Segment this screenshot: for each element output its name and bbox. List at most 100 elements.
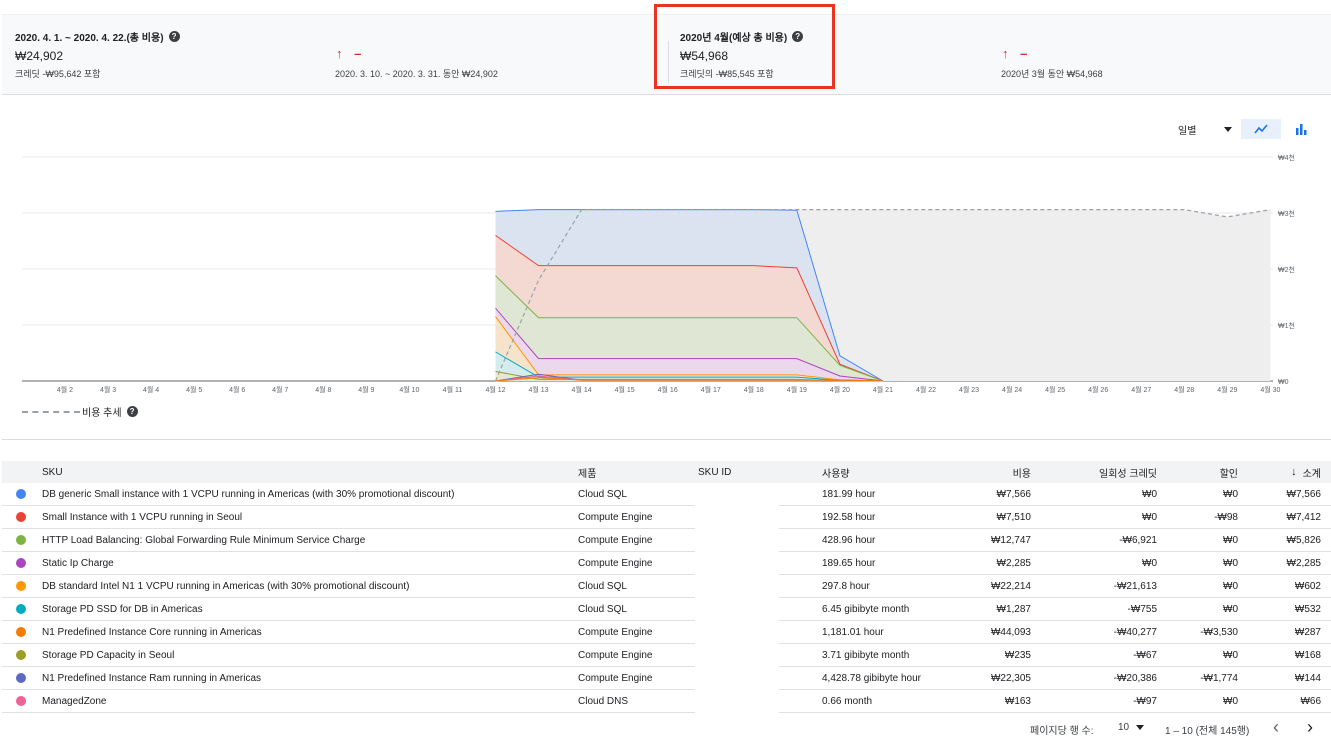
- usage-value: 0.66 month: [822, 696, 873, 707]
- product-name: Compute Engine: [578, 535, 653, 546]
- series-color-dot: [16, 627, 26, 637]
- subtotal-value: ₩602: [1294, 581, 1321, 592]
- rows-per-page-select[interactable]: 10: [1118, 722, 1144, 733]
- x-tick-label: 4월 9: [358, 385, 374, 394]
- header-cost[interactable]: 비용: [1013, 461, 1031, 483]
- header-discount[interactable]: 할인: [1220, 461, 1238, 483]
- credit-value: ₩0: [1142, 512, 1157, 523]
- table-row[interactable]: Storage PD SSD for DB in Americas Cloud S…: [2, 598, 1331, 621]
- x-tick-label: 4월 13: [529, 385, 549, 394]
- discount-value: ₩0: [1223, 696, 1238, 707]
- subtotal-value: ₩168: [1294, 650, 1321, 661]
- credit-value: -₩21,613: [1113, 581, 1157, 592]
- discount-value: ₩0: [1223, 650, 1238, 661]
- x-tick-label: 4월 21: [873, 385, 893, 394]
- header-subtotal-label: 소계: [1302, 468, 1321, 480]
- cost-value: ₩1,287: [996, 604, 1031, 615]
- table-row[interactable]: DB standard Intel N1 1 VCPU running in A…: [2, 575, 1331, 598]
- table-row[interactable]: N1 Predefined Instance Ram running in Am…: [2, 667, 1331, 690]
- subtotal-value: ₩66: [1300, 696, 1321, 707]
- header-sku[interactable]: SKU: [42, 461, 63, 483]
- sort-down-arrow-icon: ↓: [1291, 466, 1297, 478]
- x-tick-label: 4월 4: [143, 385, 159, 394]
- sku-name: ManagedZone: [42, 696, 107, 707]
- table-row[interactable]: Small Instance with 1 VCPU running in Se…: [2, 506, 1331, 529]
- table-row[interactable]: HTTP Load Balancing: Global Forwarding R…: [2, 529, 1331, 552]
- dashed-line-icon: [22, 410, 80, 413]
- credit-value: -₩40,277: [1113, 627, 1157, 638]
- pagination-range: 1 – 10 (전체 145행): [1165, 726, 1250, 737]
- sku-name: Storage PD Capacity in Seoul: [42, 650, 175, 661]
- table-body: DB generic Small instance with 1 VCPU ru…: [2, 483, 1331, 713]
- y-tick-label: ₩3천: [1278, 209, 1295, 218]
- x-tick-label: 4월 17: [701, 385, 721, 394]
- x-tick-label: 4월 26: [1088, 385, 1108, 394]
- table-row[interactable]: Static Ip Charge Compute Engine 189.65 hou…: [2, 552, 1331, 575]
- usage-value: 4,428.78 gibibyte hour: [822, 673, 921, 684]
- sku-name: Static Ip Charge: [42, 558, 114, 569]
- cost-value: ₩22,305: [990, 673, 1031, 684]
- x-tick-label: 4월 15: [615, 385, 635, 394]
- subtotal-value: ₩144: [1294, 673, 1321, 684]
- help-icon[interactable]: ?: [126, 406, 138, 417]
- x-tick-label: 4월 3: [100, 385, 116, 394]
- product-name: Compute Engine: [578, 558, 653, 569]
- x-tick-label: 4월 2: [57, 385, 73, 394]
- x-tick-label: 4월 18: [744, 385, 764, 394]
- usage-value: 192.58 hour: [822, 512, 876, 523]
- product-name: Compute Engine: [578, 673, 653, 684]
- discount-value: ₩0: [1223, 581, 1238, 592]
- header-sku-id[interactable]: SKU ID: [698, 461, 731, 483]
- header-subtotal[interactable]: ↓ 소계: [1291, 461, 1321, 483]
- table-row[interactable]: ManagedZone Cloud DNS 0.66 month ₩163 -₩97 ₩0…: [2, 690, 1331, 713]
- subtotal-value: ₩5,826: [1286, 535, 1321, 546]
- header-product[interactable]: 제품: [578, 461, 596, 483]
- sku-name: N1 Predefined Instance Ram running in Am…: [42, 673, 262, 684]
- subtotal-value: ₩2,285: [1286, 558, 1321, 569]
- discount-value: -₩1,774: [1200, 673, 1238, 684]
- credit-value: -₩97: [1133, 696, 1157, 707]
- pagination: 페이지당 행 수: 10 1 – 10 (전체 145행) ‹ ›: [1030, 717, 1330, 738]
- x-tick-label: 4월 22: [916, 385, 936, 394]
- credit-value: -₩67: [1133, 650, 1157, 661]
- series-color-dot: [16, 558, 26, 568]
- row-divider: [2, 712, 695, 713]
- sku-name: Storage PD SSD for DB in Americas: [42, 604, 203, 615]
- prev-page-icon[interactable]: ‹: [1273, 717, 1279, 738]
- cost-value: ₩7,566: [996, 489, 1031, 500]
- table-row[interactable]: N1 Predefined Instance Core running in A…: [2, 621, 1331, 644]
- x-tick-label: 4월 23: [959, 385, 979, 394]
- discount-value: -₩3,530: [1200, 627, 1238, 638]
- usage-value: 1,181.01 hour: [822, 627, 884, 638]
- subtotal-value: ₩287: [1294, 627, 1321, 638]
- series-color-dot: [16, 581, 26, 591]
- usage-value: 6.45 gibibyte month: [822, 604, 910, 615]
- y-tick-label: ₩2천: [1278, 265, 1295, 274]
- series-color-dot: [16, 604, 26, 614]
- x-tick-label: 4월 8: [315, 385, 331, 394]
- discount-value: ₩0: [1223, 535, 1238, 546]
- y-tick-label: ₩1천: [1278, 321, 1295, 330]
- y-tick-label: ₩0: [1278, 379, 1289, 386]
- usage-value: 181.99 hour: [822, 489, 876, 500]
- row-divider: [779, 712, 1331, 713]
- x-tick-label: 4월 14: [572, 385, 592, 394]
- rows-per-page-value: 10: [1118, 722, 1130, 733]
- header-one-time-credit[interactable]: 일회성 크레딧: [1099, 461, 1157, 483]
- product-name: Cloud SQL: [578, 604, 627, 615]
- credit-value: -₩755: [1127, 604, 1157, 615]
- sku-cost-table: SKU 제품 SKU ID 사용량 비용 일회성 크레딧 할인 ↓ 소계 DB …: [2, 461, 1331, 713]
- product-name: Compute Engine: [578, 650, 653, 661]
- sku-name: DB standard Intel N1 1 VCPU running in A…: [42, 581, 410, 592]
- next-page-icon[interactable]: ›: [1307, 717, 1313, 738]
- usage-value: 297.8 hour: [822, 581, 870, 592]
- cost-value: ₩12,747: [990, 535, 1031, 546]
- header-usage[interactable]: 사용량: [822, 461, 850, 483]
- usage-value: 3.71 gibibyte month: [822, 650, 910, 661]
- table-header: SKU 제품 SKU ID 사용량 비용 일회성 크레딧 할인 ↓ 소계: [2, 461, 1331, 483]
- subtotal-value: ₩532: [1294, 604, 1321, 615]
- x-tick-label: 4월 24: [1002, 385, 1022, 394]
- table-row[interactable]: Storage PD Capacity in Seoul Compute Engi…: [2, 644, 1331, 667]
- table-row[interactable]: DB generic Small instance with 1 VCPU ru…: [2, 483, 1331, 506]
- cost-value: ₩163: [1004, 696, 1031, 707]
